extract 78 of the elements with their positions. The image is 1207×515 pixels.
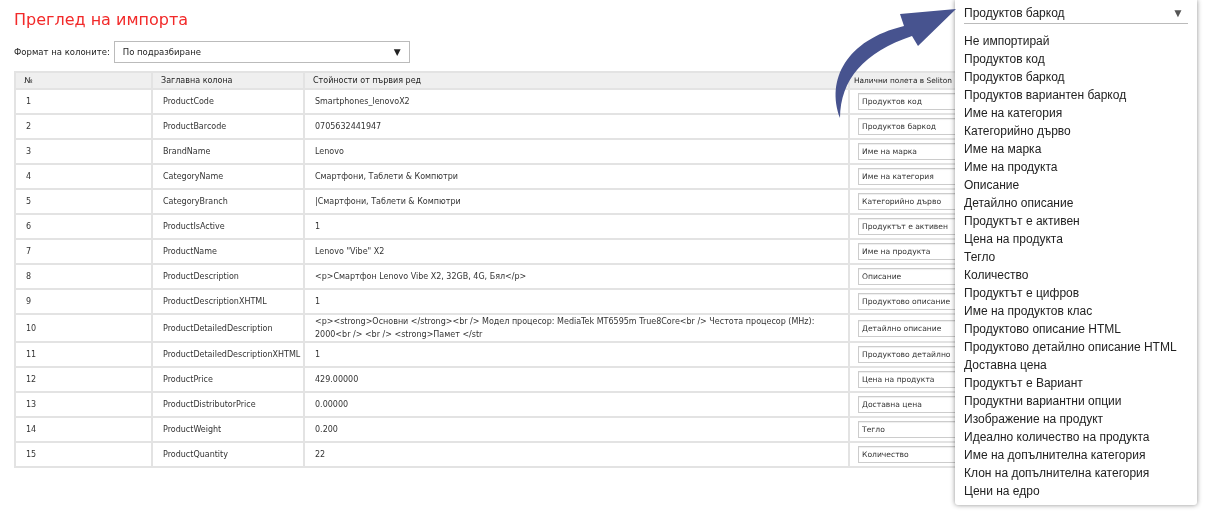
- dropdown-option[interactable]: Име на категория: [964, 104, 1188, 122]
- format-select[interactable]: По подразбиране ▼: [113, 41, 410, 63]
- dropdown-option[interactable]: Продуктово детайлно описание HTML: [964, 338, 1188, 356]
- column-header: Заглавна колона: [161, 76, 233, 85]
- dropdown-select[interactable]: Продуктов баркод ▼: [964, 2, 1188, 24]
- row-number: 9: [26, 297, 32, 306]
- dropdown-option[interactable]: Описание: [964, 176, 1188, 194]
- first-row-value: 1: [315, 222, 321, 231]
- first-row-value: Смартфони, Таблети & Компютри: [315, 172, 458, 181]
- row-number: 11: [26, 350, 37, 359]
- dropdown-option[interactable]: Продуктът е активен: [964, 212, 1188, 230]
- header-name: BrandName: [163, 147, 211, 156]
- first-row-value: 0705632441947: [315, 122, 382, 131]
- header-name: ProductCode: [163, 97, 214, 106]
- dropdown-option[interactable]: Идеално количество на продукта: [964, 428, 1188, 446]
- dropdown-option[interactable]: Име на продукта: [964, 158, 1188, 176]
- row-number: 5: [26, 197, 32, 206]
- dropdown-option[interactable]: Продуктов код: [964, 50, 1188, 68]
- dropdown-option[interactable]: Доставна цена: [964, 356, 1188, 374]
- header-name: ProductDistributorPrice: [163, 400, 256, 409]
- dropdown-option[interactable]: Не импортирай: [964, 32, 1188, 50]
- header-name: ProductDescription: [163, 272, 239, 281]
- dropdown-option[interactable]: Категорийно дърво: [964, 122, 1188, 140]
- row-number: 8: [26, 272, 32, 281]
- dropdown-option[interactable]: Изображение на продукт: [964, 410, 1188, 428]
- first-row-value: Lenovo "Vibe" X2: [315, 247, 385, 256]
- row-number: 14: [26, 425, 37, 434]
- format-label: Формат на колоните:: [14, 47, 110, 57]
- dropdown-option[interactable]: Продуктово описание HTML: [964, 320, 1188, 338]
- header-name: ProductWeight: [163, 425, 222, 434]
- first-row-value: 429.00000: [315, 375, 359, 384]
- header-name: ProductQuantity: [163, 450, 228, 459]
- first-row-value: 0.00000: [315, 400, 349, 409]
- first-row-value: <p><strong>Основни </strong><br /> Модел процесор: MediaTek MT6595m True8Core<br /> Честота процесор (MHz): 2000<br /> <br /> <strong>Памет </str: [315, 317, 815, 339]
- header-name: ProductPrice: [163, 375, 213, 384]
- column-header: №: [24, 76, 33, 85]
- header-name: CategoryName: [163, 172, 224, 181]
- column-header: Стойности от първия ред: [313, 76, 422, 85]
- header-name: ProductDescriptionXHTML: [163, 297, 267, 306]
- dropdown-option[interactable]: Количество: [964, 266, 1188, 284]
- row-number: 7: [26, 247, 32, 256]
- dropdown-option[interactable]: Цена на продукта: [964, 230, 1188, 248]
- dropdown-option[interactable]: Продуктът е Вариант: [964, 374, 1188, 392]
- row-number: 4: [26, 172, 32, 181]
- dropdown-option[interactable]: Име на марка: [964, 140, 1188, 158]
- dropdown-option[interactable]: Продуктов вариантен баркод: [964, 86, 1188, 104]
- header-name: CategoryBranch: [163, 197, 228, 206]
- row-number: 10: [26, 323, 37, 333]
- row-number: 13: [26, 400, 37, 409]
- page-title: Преглед на импорта: [14, 10, 188, 29]
- first-row-value: |Смартфони, Таблети & Компютри: [315, 197, 461, 206]
- row-number: 1: [26, 97, 32, 106]
- first-row-value: 0.200: [315, 425, 338, 434]
- first-row-value: 1: [315, 350, 321, 359]
- first-row-value: Smartphones_lenovoX2: [315, 97, 410, 106]
- dropdown-option[interactable]: Име на допълнителна категория: [964, 446, 1188, 464]
- header-name: ProductDetailedDescriptionXHTML: [163, 350, 301, 359]
- dropdown-option[interactable]: Име на продуктов клас: [964, 302, 1188, 320]
- row-number: 3: [26, 147, 32, 156]
- dropdown-option[interactable]: Тегло: [964, 248, 1188, 266]
- header-name: ProductIsActive: [163, 222, 225, 231]
- first-row-value: 22: [315, 450, 326, 459]
- row-number: 12: [26, 375, 37, 384]
- row-number: 2: [26, 122, 32, 131]
- row-number: 15: [26, 450, 37, 459]
- header-name: ProductBarcode: [163, 122, 227, 131]
- dropdown-option[interactable]: Цени на едро: [964, 482, 1188, 500]
- header-name: ProductDetailedDescription: [163, 323, 273, 333]
- first-row-value: 1: [315, 297, 321, 306]
- first-row-value: <p>Смартфон Lenovo Vibe X2, 32GB, 4G, Бял</p>: [315, 272, 527, 281]
- first-row-value: Lenovo: [315, 147, 344, 156]
- dropdown-option[interactable]: Продуктни вариантни опции: [964, 392, 1188, 410]
- dropdown-option[interactable]: Продуктов баркод: [964, 68, 1188, 86]
- row-number: 6: [26, 222, 32, 231]
- dropdown-option[interactable]: Продуктът е цифров: [964, 284, 1188, 302]
- dropdown-option[interactable]: Клон на допълнителна категория: [964, 464, 1188, 482]
- dropdown-option[interactable]: Детайлно описание: [964, 194, 1188, 212]
- header-name: ProductName: [163, 247, 217, 256]
